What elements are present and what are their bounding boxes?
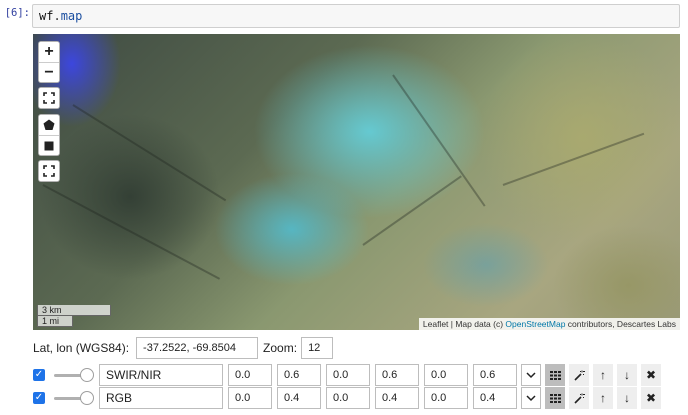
slider-thumb[interactable] (80, 391, 94, 405)
terrain-ridge (362, 175, 462, 246)
layer-row-swir-nir: ✓ SWIR/NIR 0.0 0.6 0.0 0.6 0.0 0.6 ↑ ↓ ✖ (33, 364, 661, 386)
terrain-ridge (502, 132, 645, 186)
scale-imperial: 1 mi (37, 315, 73, 327)
code-cell[interactable]: wf.map (32, 4, 680, 28)
zoom-field[interactable]: 12 (301, 337, 334, 359)
scale-max-blue[interactable]: 0.6 (473, 364, 517, 386)
square-icon (44, 141, 54, 150)
layer-opacity-slider[interactable] (54, 368, 94, 382)
layer-opacity-slider[interactable] (54, 391, 94, 405)
autoscale-button[interactable] (569, 364, 589, 386)
fit-bounds-control (38, 160, 60, 182)
scale-max-red[interactable]: 0.4 (277, 387, 321, 409)
scale-max-red[interactable]: 0.6 (277, 364, 321, 386)
layer-name-field[interactable]: SWIR/NIR (99, 364, 223, 386)
fit-bounds-button[interactable] (39, 161, 59, 181)
code-dot: . (53, 9, 61, 23)
scale-min-blue[interactable]: 0.0 (424, 387, 468, 409)
terrain-ridge (392, 74, 486, 207)
draw-polygon-button[interactable] (39, 115, 59, 135)
grid-icon (549, 393, 561, 403)
layer-options-dropdown[interactable] (521, 387, 541, 409)
autoscale-button[interactable] (569, 387, 589, 409)
coordinate-label: Lat, lon (WGS84): (33, 341, 130, 355)
slider-thumb[interactable] (80, 368, 94, 382)
scale-min-green[interactable]: 0.0 (326, 364, 370, 386)
cell-prompt: [6]: (4, 7, 30, 19)
scale-max-green[interactable]: 0.4 (375, 387, 419, 409)
coordinate-row: Lat, lon (WGS84): -37.2522, -69.8504 Zoo… (33, 337, 334, 359)
scale-max-blue[interactable]: 0.4 (473, 387, 517, 409)
chevron-down-icon (526, 394, 536, 401)
code-object: wf (39, 9, 54, 23)
scale-min-blue[interactable]: 0.0 (424, 364, 468, 386)
map-view[interactable]: + − 3 km 1 mi Leaflet | Map data (c) Ope… (33, 34, 680, 330)
scale-min-red[interactable]: 0.0 (228, 387, 272, 409)
zoom-control: + − (38, 41, 60, 83)
fullscreen-icon (43, 92, 55, 104)
terrain-ridge (42, 184, 221, 280)
scale-max-green[interactable]: 0.6 (375, 364, 419, 386)
magic-wand-icon (573, 393, 585, 404)
chevron-down-icon (526, 371, 536, 378)
scale-min-red[interactable]: 0.0 (228, 364, 272, 386)
magic-wand-icon (573, 370, 585, 381)
fullscreen-button[interactable] (39, 88, 59, 108)
terrain-ridge (72, 104, 227, 202)
layer-name-field[interactable]: RGB (99, 387, 223, 409)
colormap-button[interactable] (545, 387, 565, 409)
code-attribute: map (60, 9, 83, 23)
remove-layer-button[interactable]: ✖ (641, 364, 661, 386)
draw-rectangle-button[interactable] (39, 135, 59, 155)
scale-min-green[interactable]: 0.0 (326, 387, 370, 409)
attribution-suffix: contributors, Descartes Labs (565, 319, 676, 329)
move-layer-up-button[interactable]: ↑ (593, 387, 613, 409)
attribution-link[interactable]: OpenStreetMap (505, 319, 565, 329)
coordinate-field[interactable]: -37.2522, -69.8504 (136, 337, 259, 359)
fit-bounds-icon (43, 165, 55, 177)
layer-visibility-checkbox[interactable]: ✓ (33, 369, 45, 381)
pentagon-icon (43, 119, 55, 130)
move-layer-up-button[interactable]: ↑ (593, 364, 613, 386)
layer-options-dropdown[interactable] (521, 364, 541, 386)
draw-control (38, 114, 60, 156)
zoom-in-button[interactable]: + (39, 42, 59, 62)
colormap-button[interactable] (545, 364, 565, 386)
zoom-label: Zoom: (263, 341, 298, 355)
move-layer-down-button[interactable]: ↓ (617, 364, 637, 386)
attribution-prefix: Leaflet | Map data (c) (422, 319, 506, 329)
move-layer-down-button[interactable]: ↓ (617, 387, 637, 409)
map-attribution: Leaflet | Map data (c) OpenStreetMap con… (418, 318, 680, 330)
layer-row-rgb: ✓ RGB 0.0 0.4 0.0 0.4 0.0 0.4 ↑ ↓ ✖ (33, 387, 661, 409)
fullscreen-control (38, 87, 60, 109)
layer-visibility-checkbox[interactable]: ✓ (33, 392, 45, 404)
grid-icon (549, 370, 561, 380)
remove-layer-button[interactable]: ✖ (641, 387, 661, 409)
zoom-out-button[interactable]: − (39, 62, 59, 82)
